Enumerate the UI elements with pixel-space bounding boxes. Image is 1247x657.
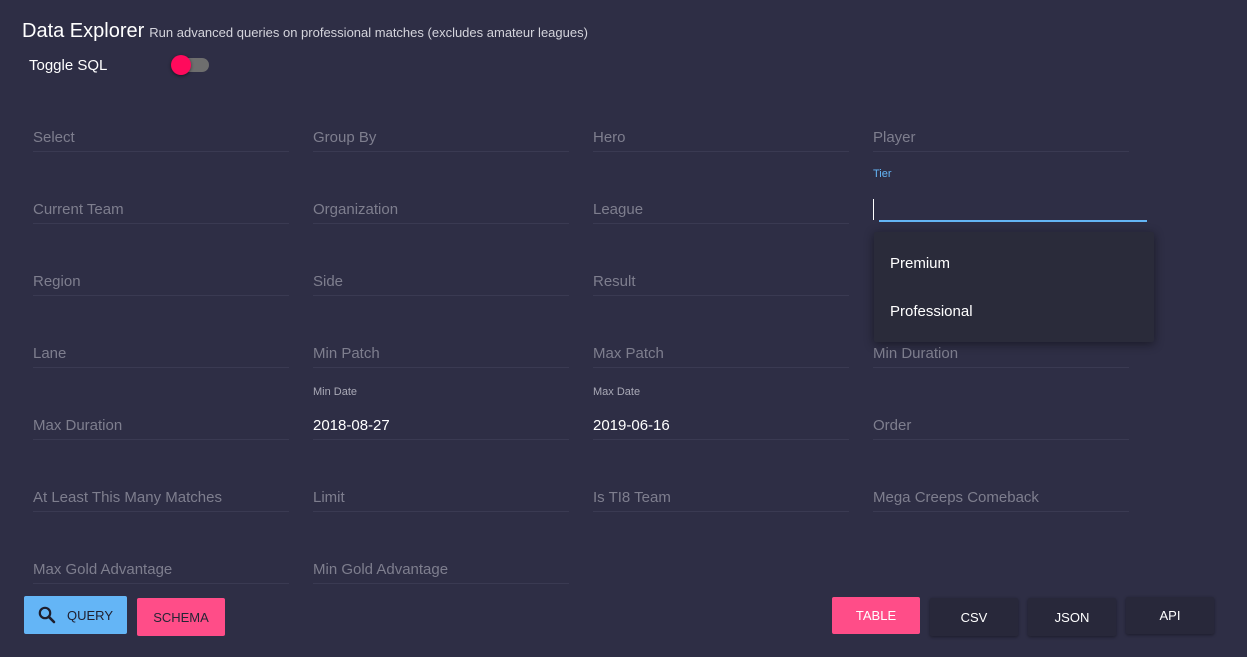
field-underline xyxy=(33,439,289,440)
sql-toggle-row: Toggle SQL xyxy=(29,55,219,76)
player-field[interactable]: Player xyxy=(873,82,1129,152)
sql-toggle-switch[interactable] xyxy=(171,55,191,75)
select-field[interactable]: Select xyxy=(33,82,289,152)
table-button-label: TABLE xyxy=(855,608,897,623)
region-field[interactable]: Region xyxy=(33,226,289,296)
sql-toggle-label: Toggle SQL xyxy=(29,57,108,74)
field-underline xyxy=(873,439,1129,440)
is-ti8-team-field[interactable]: Is TI8 Team xyxy=(593,442,849,512)
min-gold-advantage-field-placeholder: Min Gold Advantage xyxy=(313,561,449,578)
group-by-field-placeholder: Group By xyxy=(313,129,377,146)
max-gold-advantage-field[interactable]: Max Gold Advantage xyxy=(33,514,289,584)
field-underline xyxy=(593,511,849,512)
field-underline xyxy=(313,295,569,296)
field-underline xyxy=(33,295,289,296)
api-button[interactable]: API xyxy=(1126,597,1214,634)
field-underline xyxy=(873,511,1129,512)
min-date-field[interactable]: Min Date 2018-08-27 xyxy=(313,370,569,440)
max-patch-field[interactable]: Max Patch xyxy=(593,298,849,368)
max-patch-field-placeholder: Max Patch xyxy=(593,345,664,362)
result-field-placeholder: Result xyxy=(593,273,636,290)
page-title: Data Explorer xyxy=(22,20,145,42)
max-date-field-value[interactable]: 2019-06-16 xyxy=(593,417,670,434)
query-button[interactable]: QUERY xyxy=(24,596,127,634)
field-underline xyxy=(313,151,569,152)
organization-field[interactable]: Organization xyxy=(313,154,569,224)
min-matches-field[interactable]: At Least This Many Matches xyxy=(33,442,289,512)
max-date-field[interactable]: Max Date 2019-06-16 xyxy=(593,370,849,440)
league-field[interactable]: League xyxy=(593,154,849,224)
field-underline xyxy=(313,367,569,368)
page-subtitle: Run advanced queries on professional mat… xyxy=(149,25,588,40)
tier-field-label: Tier xyxy=(873,168,892,180)
json-button-label: JSON xyxy=(1054,609,1090,625)
order-field-placeholder: Order xyxy=(873,417,912,434)
min-date-field-value[interactable]: 2018-08-27 xyxy=(313,417,390,434)
api-button-label: API xyxy=(1159,608,1181,623)
tier-option-professional[interactable]: Professional xyxy=(874,288,1154,336)
field-underline xyxy=(33,583,289,584)
field-underline xyxy=(593,439,849,440)
page-header: Data Explorer Run advanced queries on pr… xyxy=(22,20,588,43)
min-patch-field-placeholder: Min Patch xyxy=(313,345,380,362)
side-field-placeholder: Side xyxy=(313,273,344,290)
field-underline xyxy=(593,223,849,224)
min-matches-field-placeholder: At Least This Many Matches xyxy=(33,489,222,506)
min-date-field-label: Min Date xyxy=(313,386,358,398)
field-underline xyxy=(313,223,569,224)
limit-field-placeholder: Limit xyxy=(313,489,345,506)
field-underline xyxy=(313,439,569,440)
current-team-field-placeholder: Current Team xyxy=(33,201,124,218)
lane-field[interactable]: Lane xyxy=(33,298,289,368)
field-underline xyxy=(33,223,289,224)
select-field-placeholder: Select xyxy=(33,129,75,146)
max-gold-advantage-field-placeholder: Max Gold Advantage xyxy=(33,561,173,578)
json-button[interactable]: JSON xyxy=(1028,598,1116,636)
schema-button-label: SCHEMA xyxy=(153,609,209,625)
tier-option-premium[interactable]: Premium xyxy=(874,240,1154,288)
field-underline xyxy=(873,367,1129,368)
max-date-field-label: Max Date xyxy=(593,386,641,398)
result-field[interactable]: Result xyxy=(593,226,849,296)
tier-field-underline-active xyxy=(879,220,1147,222)
max-duration-field-placeholder: Max Duration xyxy=(33,417,123,434)
field-underline xyxy=(593,295,849,296)
field-underline xyxy=(33,151,289,152)
lane-field-placeholder: Lane xyxy=(33,345,67,362)
search-icon xyxy=(38,606,56,624)
limit-field[interactable]: Limit xyxy=(313,442,569,512)
field-underline xyxy=(33,511,289,512)
csv-button[interactable]: CSV xyxy=(930,598,1018,636)
max-duration-field[interactable]: Max Duration xyxy=(33,370,289,440)
organization-field-placeholder: Organization xyxy=(313,201,399,218)
min-duration-field-placeholder: Min Duration xyxy=(873,345,959,362)
mega-creeps-comeback-field-placeholder: Mega Creeps Comeback xyxy=(873,489,1039,506)
player-field-placeholder: Player xyxy=(873,129,916,146)
text-cursor xyxy=(873,199,874,220)
tier-field[interactable]: Tier xyxy=(873,152,1147,222)
field-underline xyxy=(593,151,849,152)
query-button-label: QUERY xyxy=(67,607,113,623)
order-field[interactable]: Order xyxy=(873,370,1129,440)
data-explorer-page: Data Explorer Run advanced queries on pr… xyxy=(0,0,1247,657)
is-ti8-team-field-placeholder: Is TI8 Team xyxy=(593,489,671,506)
table-button[interactable]: TABLE xyxy=(832,597,920,634)
csv-button-label: CSV xyxy=(960,609,988,625)
current-team-field[interactable]: Current Team xyxy=(33,154,289,224)
field-underline xyxy=(313,583,569,584)
field-underline xyxy=(33,367,289,368)
min-gold-advantage-field[interactable]: Min Gold Advantage xyxy=(313,514,569,584)
group-by-field[interactable]: Group By xyxy=(313,82,569,152)
mega-creeps-comeback-field[interactable]: Mega Creeps Comeback xyxy=(873,442,1129,512)
field-underline xyxy=(313,511,569,512)
tier-dropdown-menu: Premium Professional xyxy=(874,232,1154,342)
hero-field-placeholder: Hero xyxy=(593,129,626,146)
region-field-placeholder: Region xyxy=(33,273,81,290)
side-field[interactable]: Side xyxy=(313,226,569,296)
field-underline xyxy=(593,367,849,368)
hero-field[interactable]: Hero xyxy=(593,82,849,152)
league-field-placeholder: League xyxy=(593,201,644,218)
min-patch-field[interactable]: Min Patch xyxy=(313,298,569,368)
schema-button[interactable]: SCHEMA xyxy=(137,598,225,636)
